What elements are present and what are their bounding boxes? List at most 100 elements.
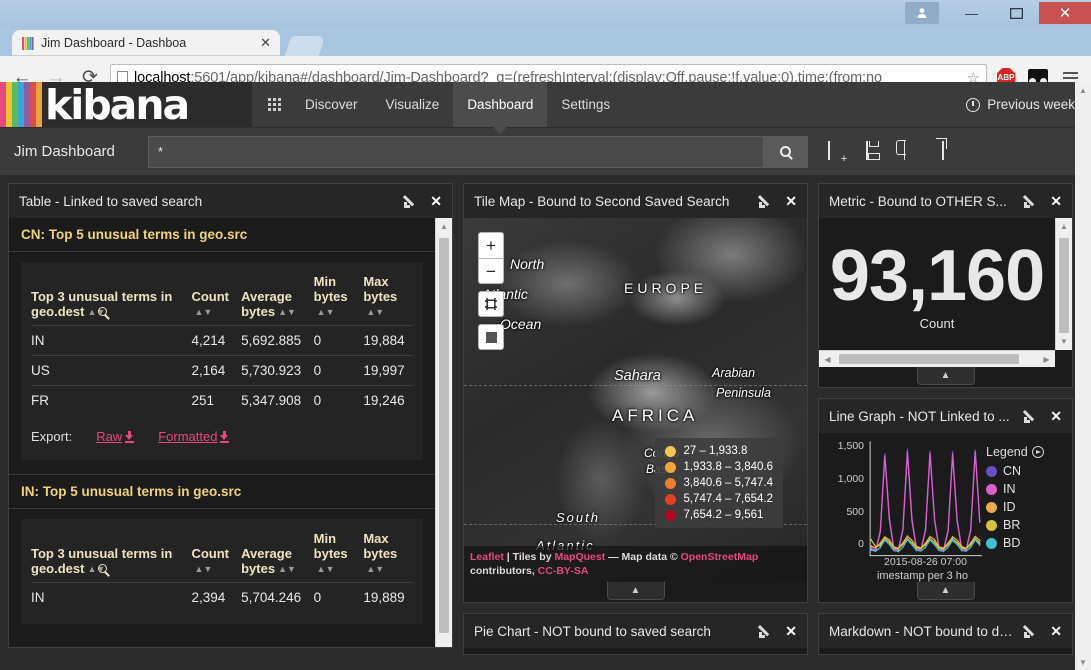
legend-title[interactable]: Legend: [986, 445, 1068, 459]
scroll-left-arrow-icon[interactable]: ◀: [819, 351, 836, 367]
scroll-right-arrow-icon[interactable]: ▶: [1038, 351, 1055, 367]
remove-panel-icon[interactable]: ✕: [1050, 409, 1062, 423]
sort-icon[interactable]: ▲▼: [278, 308, 296, 317]
sort-icon[interactable]: ▲▼: [317, 565, 335, 574]
remove-panel-icon[interactable]: ✕: [430, 194, 442, 208]
legend-item[interactable]: ID: [986, 500, 1068, 514]
metric-horizontal-scrollbar[interactable]: ◀ ▶: [819, 350, 1055, 367]
app-switcher-button[interactable]: [252, 82, 291, 127]
legend-item[interactable]: BD: [986, 536, 1068, 550]
new-tab-button[interactable]: [284, 36, 326, 56]
edit-panel-icon[interactable]: [1024, 194, 1038, 208]
remove-panel-icon[interactable]: ✕: [785, 624, 797, 638]
sort-icon[interactable]: ▲▼: [194, 308, 212, 317]
legend-item[interactable]: BR: [986, 518, 1068, 532]
legend-item: 5,747.4 – 7,654.2: [665, 493, 773, 505]
scroll-down-arrow-icon[interactable]: ▼: [1075, 654, 1091, 670]
browser-tab[interactable]: Jim Dashboard - Dashboa ✕: [12, 30, 280, 56]
edit-panel-icon[interactable]: [1024, 409, 1038, 423]
table-row[interactable]: FR 251 5,347.908 0 19,246: [31, 385, 413, 415]
edit-panel-icon[interactable]: [1024, 624, 1038, 638]
collapse-toggle-button[interactable]: ▲: [916, 582, 975, 600]
col-min-bytes[interactable]: Min bytes ▲▼: [314, 527, 364, 583]
mapquest-link[interactable]: MapQuest: [554, 551, 605, 563]
leaflet-link[interactable]: Leaflet: [470, 551, 504, 563]
query-submit-button[interactable]: [763, 135, 808, 168]
user-profile-button[interactable]: [905, 2, 939, 24]
nav-settings[interactable]: Settings: [547, 82, 624, 127]
share-dashboard-button[interactable]: [942, 141, 960, 161]
kibana-logo[interactable]: kibana: [0, 82, 252, 127]
legend-item: 7,654.2 – 9,561: [665, 509, 773, 521]
scrollbar-thumb[interactable]: [439, 238, 449, 633]
sort-icon[interactable]: ▲▼: [366, 565, 384, 574]
col-max-bytes[interactable]: Max bytes ▲▼: [363, 527, 413, 583]
legend-item[interactable]: IN: [986, 482, 1068, 496]
panel-tilemap: Tile Map - Bound to Second Saved Search …: [463, 183, 808, 603]
minimize-button[interactable]: —: [949, 2, 994, 24]
search-column-icon[interactable]: [98, 561, 108, 576]
fit-bounds-button[interactable]: [478, 291, 504, 317]
table-row[interactable]: IN 2,394 5,704.246 0 19,889: [31, 582, 413, 612]
metric-vertical-scrollbar[interactable]: ▲ ▼: [1055, 218, 1072, 350]
scrollbar-thumb[interactable]: [1059, 238, 1069, 333]
col-count[interactable]: Count ▲▼: [191, 270, 241, 326]
kibana-wordmark: kibana: [45, 82, 190, 127]
zoom-out-button[interactable]: −: [478, 258, 504, 284]
export-formatted-link[interactable]: Formatted: [158, 429, 230, 444]
col-count[interactable]: Count ▲▼: [191, 527, 241, 583]
col-avg-bytes[interactable]: Average bytes ▲▼: [241, 527, 314, 583]
zoom-in-button[interactable]: +: [478, 232, 504, 258]
scroll-up-arrow-icon[interactable]: ▲: [1075, 82, 1091, 98]
legend-item[interactable]: CN: [986, 464, 1068, 478]
sort-icon[interactable]: ▲▼: [278, 565, 296, 574]
leaflet-map[interactable]: + − North Atlantic Ocean EUROPE Sahara A…: [464, 218, 807, 582]
tab-close-icon[interactable]: ✕: [257, 35, 274, 51]
app-vertical-scrollbar[interactable]: ▲ ▼: [1075, 82, 1091, 670]
remove-panel-icon[interactable]: ✕: [1050, 624, 1062, 638]
remove-panel-icon[interactable]: ✕: [785, 194, 797, 208]
edit-panel-icon[interactable]: [759, 624, 773, 638]
search-column-icon[interactable]: [98, 304, 108, 319]
sort-icon[interactable]: ▲▼: [194, 565, 212, 574]
openstreetmap-link[interactable]: OpenStreetMap: [681, 551, 759, 563]
table-row[interactable]: IN 4,214 5,692.885 0 19,884: [31, 325, 413, 356]
scroll-up-arrow-icon[interactable]: ▲: [1056, 218, 1072, 235]
remove-panel-icon[interactable]: ✕: [1050, 194, 1062, 208]
collapse-toggle-button[interactable]: ▲: [606, 582, 665, 600]
edit-panel-icon[interactable]: [404, 194, 418, 208]
col-avg-bytes[interactable]: Average bytes ▲▼: [241, 270, 314, 326]
scroll-down-arrow-icon[interactable]: ▼: [1056, 333, 1072, 350]
add-visualization-button[interactable]: [980, 142, 998, 161]
sort-icon[interactable]: ▲▼: [317, 308, 335, 317]
table-row[interactable]: US 2,164 5,730.923 0 19,997: [31, 355, 413, 386]
time-picker-button[interactable]: Previous week: [950, 82, 1091, 127]
attr-sep: |: [503, 551, 513, 563]
nav-dashboard[interactable]: Dashboard: [453, 82, 548, 134]
sort-icon[interactable]: ▲▼: [87, 565, 105, 574]
col-max-bytes[interactable]: Max bytes ▲▼: [363, 270, 413, 326]
collapse-toggle-button[interactable]: ▲: [916, 367, 975, 385]
query-input[interactable]: [148, 135, 763, 168]
draw-rectangle-button[interactable]: [478, 324, 504, 350]
sort-icon[interactable]: ▲▼: [366, 308, 384, 317]
license-link[interactable]: CC-BY-SA: [538, 565, 589, 577]
sort-icon[interactable]: ▲▼: [87, 308, 105, 317]
open-dashboard-button[interactable]: [904, 141, 922, 161]
maximize-button[interactable]: [994, 2, 1039, 24]
scrollbar-thumb[interactable]: [839, 354, 1019, 364]
legend-expand-icon[interactable]: [1031, 446, 1044, 458]
col-terms[interactable]: Top 3 unusual terms in geo.dest ▲▼: [31, 270, 191, 326]
new-dashboard-button[interactable]: [828, 141, 846, 161]
table-vertical-scrollbar[interactable]: ▲: [435, 218, 452, 647]
nav-visualize[interactable]: Visualize: [372, 82, 454, 127]
edit-panel-icon[interactable]: [759, 194, 773, 208]
col-min-bytes[interactable]: Min bytes ▲▼: [314, 270, 364, 326]
col-terms[interactable]: Top 3 unusual terms in geo.dest ▲▼: [31, 527, 191, 583]
zoom-control-group: + −: [478, 232, 504, 284]
nav-discover[interactable]: Discover: [291, 82, 372, 127]
save-dashboard-button[interactable]: [866, 141, 884, 161]
export-raw-link[interactable]: Raw: [96, 429, 135, 444]
scroll-up-arrow-icon[interactable]: ▲: [436, 218, 452, 235]
close-window-button[interactable]: ✕: [1039, 2, 1091, 24]
